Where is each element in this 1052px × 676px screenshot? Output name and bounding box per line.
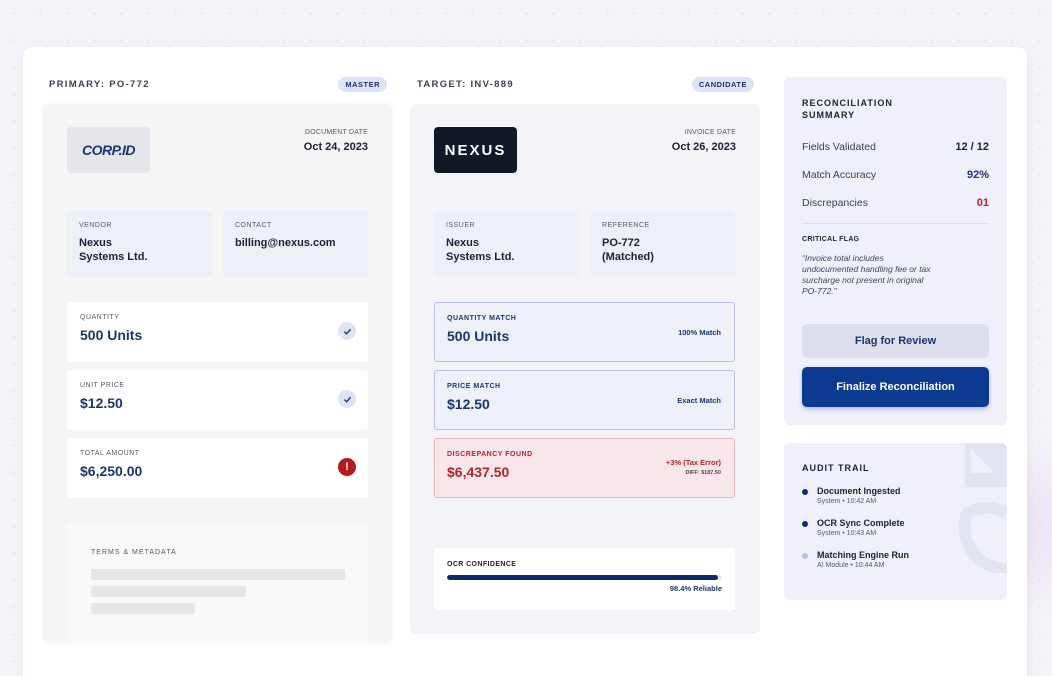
summary-row-discrepancies: Discrepancies 01 <box>802 189 989 217</box>
audit-item: Document Ingested System • 10:42 AM <box>802 486 989 505</box>
status-dot-icon <box>802 521 808 527</box>
document-date-value: Oct 24, 2023 <box>303 141 368 153</box>
unit-price-row: UNIT PRICE $12.50 <box>67 370 368 430</box>
skeleton-line <box>91 603 195 614</box>
critical-flag-quote: “Invoice total includes undocumented han… <box>802 253 931 296</box>
flag-for-review-button[interactable]: Flag for Review <box>802 324 989 358</box>
quantity-value: 500 Units <box>80 327 143 343</box>
audit-item: OCR Sync Complete System • 10:43 AM <box>802 518 989 537</box>
document-date-label: DOCUMENT DATE <box>304 129 368 136</box>
target-title: TARGET: INV-889 <box>417 79 514 90</box>
quantity-row: QUANTITY 500 Units <box>67 302 368 362</box>
reference-box: REFERENCE PO-772 (Matched) <box>590 210 735 278</box>
discrepancy-detail: +3% (Tax Error) DIFF: $187.50 <box>666 458 721 476</box>
ocr-confidence-box: OCR CONFIDENCE 98.4% Reliable <box>434 548 735 610</box>
contact-value: billing@nexus.com <box>235 237 336 249</box>
unit-price-value: $12.50 <box>80 395 123 411</box>
audit-item: Matching Engine Run AI Module • 10:44 AM <box>802 550 989 569</box>
summary-value: 92% <box>966 169 989 181</box>
price-match-note: Exact Match <box>677 396 721 405</box>
ocr-progress-track <box>447 575 722 580</box>
discrepancy-label: DISCREPANCY FOUND <box>447 451 533 458</box>
target-document-panel: NEXUS INVOICE DATE Oct 26, 2023 ISSUER N… <box>410 104 760 634</box>
check-icon <box>338 390 356 408</box>
vendor-label: VENDOR <box>79 222 112 229</box>
primary-document-panel: CORP.ID DOCUMENT DATE Oct 24, 2023 VENDO… <box>43 104 392 644</box>
skeleton-line <box>91 586 246 597</box>
critical-flag-label: CRITICAL FLAG <box>802 236 860 243</box>
summary-row-match-accuracy: Match Accuracy 92% <box>802 161 989 189</box>
skeleton-line <box>91 569 345 580</box>
quantity-match-row: QUANTITY MATCH 500 Units 100% Match <box>434 302 735 362</box>
divider <box>802 223 989 224</box>
summary-row-fields-validated: Fields Validated 12 / 12 <box>802 133 989 161</box>
check-icon <box>338 322 356 340</box>
terms-metadata-section: TERMS & METADATA <box>67 524 369 644</box>
audit-item-meta: System • 10:43 AM <box>817 530 877 537</box>
terms-label: TERMS & METADATA <box>91 549 177 556</box>
discrepancy-note: +3% (Tax Error) <box>665 458 721 467</box>
alert-icon: ! <box>338 458 356 476</box>
contact-box: CONTACT billing@nexus.com <box>223 210 368 278</box>
primary-header: PRIMARY: PO-772 MASTER <box>49 77 387 92</box>
audit-item-name: Document Ingested <box>817 486 901 496</box>
audit-item-meta: AI Module • 10:44 AM <box>817 562 885 569</box>
finalize-reconciliation-button[interactable]: Finalize Reconciliation <box>802 367 989 407</box>
corp-id-logo: CORP.ID <box>67 127 150 173</box>
audit-trail-panel: AUDIT TRAIL Document Ingested System • 1… <box>784 443 1007 600</box>
contact-label: CONTACT <box>235 222 272 229</box>
invoice-date-value: Oct 26, 2023 <box>671 141 736 153</box>
vendor-value: Nexus Systems Ltd. <box>79 237 148 263</box>
quantity-match-label: QUANTITY MATCH <box>447 315 517 322</box>
total-amount-row: TOTAL AMOUNT $6,250.00 ! <box>67 438 368 498</box>
discrepancy-row[interactable]: DISCREPANCY FOUND $6,437.50 +3% (Tax Err… <box>434 438 735 498</box>
unit-price-label: UNIT PRICE <box>80 382 125 389</box>
summary-stats: Fields Validated 12 / 12 Match Accuracy … <box>802 133 989 217</box>
price-match-row: PRICE MATCH $12.50 Exact Match <box>434 370 735 430</box>
issuer-value: Nexus Systems Ltd. <box>446 237 515 263</box>
reference-label: REFERENCE <box>602 222 650 229</box>
document-date: DOCUMENT DATE Oct 24, 2023 <box>304 129 368 153</box>
invoice-date: INVOICE DATE Oct 26, 2023 <box>672 129 736 153</box>
audit-item-name: OCR Sync Complete <box>817 518 905 528</box>
quantity-match-note: 100% Match <box>678 328 721 337</box>
issuer-box: ISSUER Nexus Systems Ltd. <box>434 210 579 278</box>
summary-key: Discrepancies <box>802 197 868 209</box>
issuer-label: ISSUER <box>446 222 476 229</box>
audit-item-name: Matching Engine Run <box>817 550 909 560</box>
price-match-label: PRICE MATCH <box>447 383 501 390</box>
nexus-logo: NEXUS <box>434 127 517 173</box>
primary-title: PRIMARY: PO-772 <box>49 79 150 90</box>
quantity-label: QUANTITY <box>80 314 120 321</box>
vendor-box: VENDOR Nexus Systems Ltd. <box>67 210 212 278</box>
total-amount-label: TOTAL AMOUNT <box>80 450 140 457</box>
summary-key: Match Accuracy <box>802 169 877 181</box>
summary-key: Fields Validated <box>802 141 876 153</box>
summary-value: 12 / 12 <box>955 141 989 153</box>
reconciliation-summary-panel: RECONCILIATION SUMMARY Fields Validated … <box>784 77 1007 425</box>
status-dot-icon <box>802 553 808 559</box>
reference-value: PO-772 (Matched) <box>602 237 654 263</box>
target-header: TARGET: INV-889 CANDIDATE <box>417 77 754 92</box>
ocr-confidence-text: 98.4% Reliable <box>669 584 722 593</box>
invoice-date-label: INVOICE DATE <box>684 129 736 136</box>
ocr-confidence-label: OCR CONFIDENCE <box>447 561 517 568</box>
discrepancy-diff: DIFF: $187.50 <box>685 470 721 476</box>
status-dot-icon <box>802 489 808 495</box>
candidate-badge: CANDIDATE <box>691 77 754 92</box>
summary-value: 01 <box>976 197 989 209</box>
reconciliation-card: PRIMARY: PO-772 MASTER TARGET: INV-889 C… <box>23 47 1027 676</box>
total-amount-value: $6,250.00 <box>80 463 143 479</box>
audit-item-meta: System • 10:42 AM <box>817 498 877 505</box>
summary-title: RECONCILIATION SUMMARY <box>802 98 893 120</box>
ocr-progress-fill <box>447 575 718 580</box>
master-badge: MASTER <box>338 77 387 92</box>
